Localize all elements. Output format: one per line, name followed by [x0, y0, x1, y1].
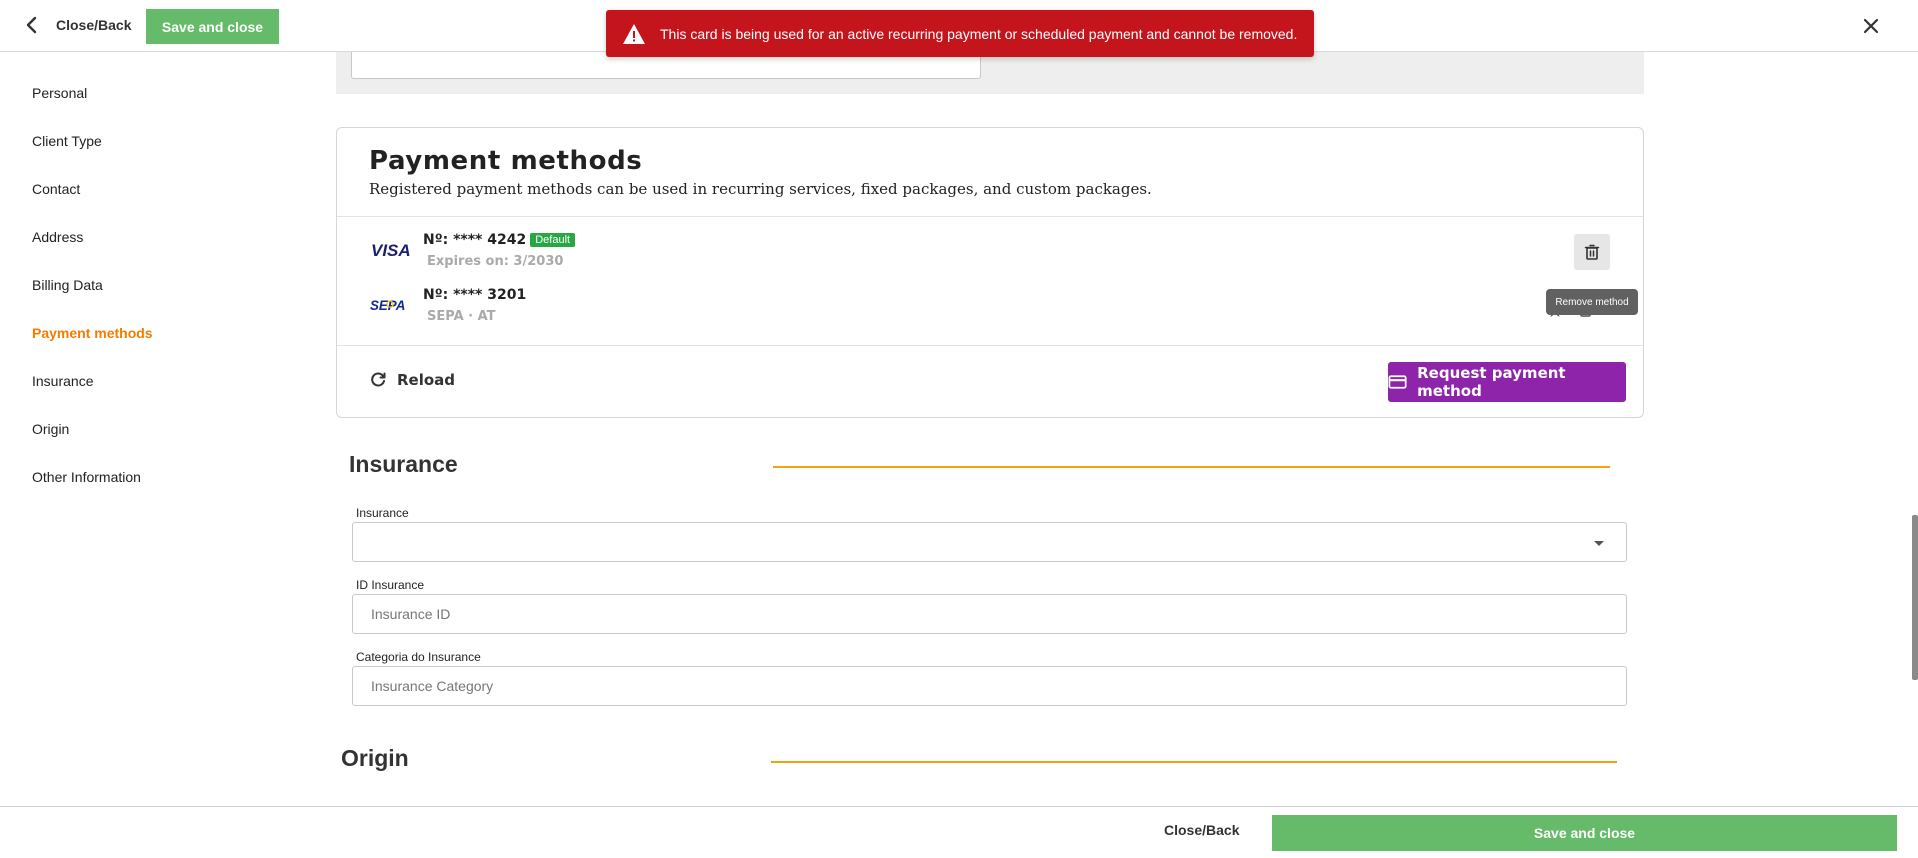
divider [337, 345, 1643, 346]
remove-method-button[interactable] [1574, 234, 1610, 270]
payment-method-expiry: Expires on: 3/2030 [427, 254, 564, 269]
error-toast: This card is being used for an active re… [606, 10, 1314, 57]
footer-bar: Close/Back Save and close [0, 806, 1918, 858]
section-underline [771, 761, 1617, 763]
remove-method-tooltip: Remove method [1546, 289, 1638, 315]
sidebar-item-origin[interactable]: Origin [32, 421, 69, 437]
insurance-category-field[interactable] [352, 666, 1627, 706]
payment-methods-card: Payment methods Registered payment metho… [336, 127, 1644, 418]
sidebar-item-billing-data[interactable]: Billing Data [32, 277, 103, 293]
payment-method-row: SEPA Nº: **** 3201 SEPA · AT [369, 283, 1609, 329]
save-and-close-button[interactable]: Save and close [146, 9, 279, 44]
sidebar-item-address[interactable]: Address [32, 229, 83, 245]
dropdown-arrow-icon [1594, 541, 1604, 546]
payment-method-number: Nº: **** 3201 [423, 287, 527, 303]
sidebar-item-personal[interactable]: Personal [32, 85, 87, 101]
reload-label: Reload [397, 371, 456, 389]
insurance-id-field[interactable] [352, 594, 1627, 634]
client-edit-page: Close/Back Save and close This card is b… [0, 0, 1918, 858]
trash-icon [1584, 244, 1600, 260]
visa-logo-text: VISA [371, 241, 411, 260]
card-number: Nº: **** 4242 [423, 232, 527, 248]
visa-logo-icon: VISA [369, 238, 411, 262]
request-payment-method-button[interactable]: Request payment method [1388, 362, 1626, 402]
section-underline [773, 466, 1610, 468]
credit-card-icon [1388, 375, 1407, 389]
payment-method-number: Nº: **** 4242 Default [423, 232, 576, 248]
sidebar-item-other-information[interactable]: Other Information [32, 469, 141, 485]
payment-methods-title: Payment methods [369, 146, 643, 176]
request-payment-method-label: Request payment method [1417, 364, 1566, 400]
origin-section-title: Origin [341, 745, 409, 771]
insurance-select-input[interactable] [353, 523, 1626, 561]
footer-save-and-close-button[interactable]: Save and close [1272, 815, 1897, 851]
payment-method-row: VISA Nº: **** 4242 Default Expires on: 3/… [369, 228, 1609, 274]
close-icon[interactable] [1860, 15, 1882, 37]
refresh-icon [371, 372, 386, 387]
sidebar-item-contact[interactable]: Contact [32, 181, 80, 197]
sidebar-item-client-type[interactable]: Client Type [32, 133, 102, 149]
insurance-category-label: Categoria do Insurance [356, 650, 481, 664]
payment-method-detail: SEPA · AT [427, 309, 496, 324]
back-button[interactable]: Close/Back [22, 12, 131, 38]
sidebar-nav: Personal Client Type Contact Address Bil… [0, 52, 300, 806]
insurance-id-input[interactable] [353, 595, 1626, 633]
page-scrollbar[interactable] [1912, 515, 1918, 680]
back-button-label: Close/Back [56, 17, 132, 33]
sidebar-item-payment-methods[interactable]: Payment methods [32, 325, 153, 341]
sepa-logo-icon: SEPA [369, 293, 411, 317]
divider [337, 216, 1643, 217]
warning-icon [623, 23, 645, 44]
insurance-category-input[interactable] [353, 667, 1626, 705]
reload-button[interactable]: Reload [369, 371, 455, 389]
payment-methods-subtitle: Registered payment methods can be used i… [369, 180, 1152, 198]
insurance-id-label: ID Insurance [356, 578, 425, 592]
footer-back-button[interactable]: Close/Back [1164, 822, 1239, 838]
sidebar-item-insurance[interactable]: Insurance [32, 373, 93, 389]
insurance-field-label: Insurance [356, 506, 409, 520]
insurance-select[interactable] [352, 522, 1627, 562]
default-badge: Default [530, 233, 576, 247]
insurance-section-title: Insurance [349, 451, 458, 477]
toast-message: This card is being used for an active re… [660, 25, 1298, 42]
chevron-left-icon [26, 16, 37, 34]
